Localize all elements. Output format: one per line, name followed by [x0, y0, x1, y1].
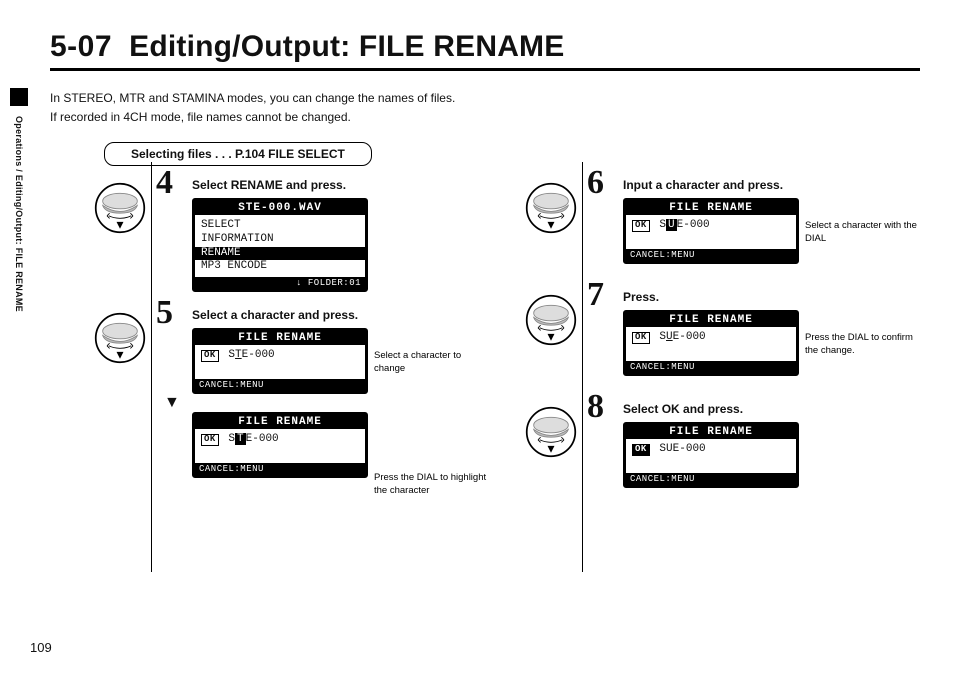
step-note: Press the DIAL to highlight the characte… [374, 472, 494, 497]
lcd-screen: FILE RENAME OK STE-000 CANCEL:MENU [192, 412, 368, 478]
step-note: Press the DIAL to confirm the change. [805, 332, 925, 357]
step-note: Select a character with the DIAL [805, 220, 925, 245]
step-number: 8 [587, 390, 604, 424]
lcd-value: OK STE-000 [201, 349, 359, 363]
lcd-screen: STE-000.WAV SELECT INFORMATION RENAME MP… [192, 198, 368, 292]
lcd-title: FILE RENAME [195, 331, 365, 345]
menu-item: SELECT [201, 219, 359, 233]
step-4: 4 Select RENAME and press. STE-000.WAV S… [94, 172, 489, 302]
menu-item-selected: RENAME [195, 247, 365, 261]
lcd-value: OK STE-000 [201, 433, 359, 447]
column-right: 6 Input a character and press. FILE RENA… [525, 168, 920, 562]
lcd-footer: CANCEL:MENU [195, 463, 365, 475]
step-number: 4 [156, 166, 173, 200]
lcd-footer: CANCEL:MENU [195, 379, 365, 391]
lcd-title: FILE RENAME [626, 313, 796, 327]
lcd-screen: FILE RENAME OK SUE-000 CANCEL:MENU [623, 310, 799, 376]
step-number: 7 [587, 278, 604, 312]
menu-item: MP3 ENCODE [201, 260, 359, 274]
step-note: Select a character to change [374, 350, 494, 375]
intro-text: In STEREO, MTR and STAMINA modes, you ca… [50, 89, 920, 126]
lcd-value: OK SUE-000 [632, 331, 790, 345]
side-tab-marker [10, 88, 28, 106]
step-title: Select OK and press. [623, 402, 920, 416]
page-number: 109 [30, 640, 52, 655]
lcd-screen: FILE RENAME OK SUE-000 CANCEL:MENU [623, 422, 799, 488]
lcd-value: OK SUE-000 [632, 443, 790, 457]
lcd-screen: FILE RENAME OK SUE-000 CANCEL:MENU [623, 198, 799, 264]
lcd-value: OK SUE-000 [632, 219, 790, 233]
ok-tag: OK [201, 434, 219, 446]
step-title: Select RENAME and press. [192, 178, 489, 192]
lcd-title: STE-000.WAV [195, 201, 365, 215]
ok-tag: OK [201, 350, 219, 362]
page-title: 5-07 Editing/Output: FILE RENAME [50, 30, 920, 71]
menu-item: INFORMATION [201, 233, 359, 247]
lcd-footer: CANCEL:MENU [626, 361, 796, 373]
step-title: Input a character and press. [623, 178, 920, 192]
dial-icon [525, 294, 577, 346]
lcd-footer: CANCEL:MENU [626, 249, 796, 261]
lcd-title: FILE RENAME [195, 415, 365, 429]
step-7: 7 Press. FILE RENAME OK SUE-000 CANCEL:M… [525, 284, 920, 396]
step-8: 8 Select OK and press. FILE RENAME OK SU… [525, 396, 920, 498]
step-5: 5 Select a character and press. FILE REN… [94, 302, 489, 562]
dial-icon [94, 182, 146, 234]
step-number: 6 [587, 166, 604, 200]
lcd-footer: ↓ FOLDER:01 [195, 277, 365, 289]
dial-icon [525, 406, 577, 458]
step-number: 5 [156, 296, 173, 330]
section-number: 5-07 [50, 30, 112, 63]
column-left: 4 Select RENAME and press. STE-000.WAV S… [94, 168, 489, 562]
ok-tag-selected: OK [632, 444, 650, 456]
lcd-title: FILE RENAME [626, 201, 796, 215]
lcd-footer: CANCEL:MENU [626, 473, 796, 485]
side-tab: Operations / Editing/Output: FILE RENAME [10, 88, 28, 312]
dial-icon [94, 312, 146, 364]
step-title: Select a character and press. [192, 308, 489, 322]
ok-tag: OK [632, 332, 650, 344]
step-title: Press. [623, 290, 920, 304]
lcd-title: FILE RENAME [626, 425, 796, 439]
side-tab-label: Operations / Editing/Output: FILE RENAME [14, 110, 24, 312]
dial-icon [525, 182, 577, 234]
ok-tag: OK [632, 220, 650, 232]
file-select-reference: Selecting files . . . P.104 FILE SELECT [104, 142, 372, 166]
section-title: Editing/Output: FILE RENAME [129, 30, 564, 63]
lcd-screen: FILE RENAME OK STE-000 CANCEL:MENU [192, 328, 368, 394]
down-arrow-icon: ▼ [164, 394, 489, 412]
step-6: 6 Input a character and press. FILE RENA… [525, 172, 920, 284]
